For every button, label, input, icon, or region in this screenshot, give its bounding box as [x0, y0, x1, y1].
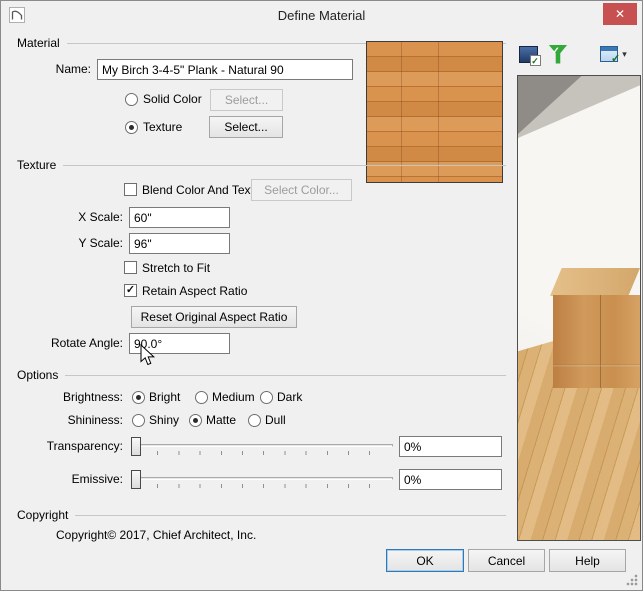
brightness-medium-label[interactable]: Medium	[212, 387, 255, 407]
material-name-input[interactable]	[97, 59, 353, 80]
name-label: Name:	[55, 62, 91, 76]
solid-color-select-button: Select...	[210, 89, 283, 111]
solid-color-radio[interactable]	[125, 93, 138, 106]
close-icon: ✕	[614, 7, 626, 21]
transparency-slider[interactable]	[131, 436, 393, 458]
transparency-label: Transparency:	[46, 439, 123, 453]
checkmark-icon: ✓	[125, 284, 136, 296]
rotate-angle-input[interactable]	[129, 333, 230, 354]
texture-radio[interactable]	[125, 121, 138, 134]
shininess-label: Shininess:	[67, 413, 123, 427]
transparency-slider-track	[131, 444, 393, 447]
options-section-header: Options	[17, 368, 506, 382]
solid-color-label[interactable]: Solid Color	[143, 89, 202, 109]
options-section-rule	[65, 375, 506, 376]
shininess-matte-label[interactable]: Matte	[206, 410, 236, 430]
brightness-bright-label[interactable]: Bright	[149, 387, 180, 407]
transparency-slider-ticks	[136, 451, 390, 455]
preview-display-toggle-button[interactable]: ✓	[515, 41, 541, 67]
cancel-button[interactable]: Cancel	[468, 549, 545, 572]
check-icon: ✓	[611, 53, 621, 65]
rotate-angle-label: Rotate Angle:	[50, 336, 123, 350]
preview-apply-filter-button[interactable]: ✓	[545, 41, 571, 67]
select-color-button: Select Color...	[251, 179, 352, 201]
dialog-title: Define Material	[277, 8, 366, 23]
check-icon: ✓	[551, 45, 560, 57]
stretch-to-fit-checkbox[interactable]	[124, 261, 137, 274]
preview-wood-box-top	[550, 268, 640, 296]
dropdown-arrow-icon[interactable]: ▾	[622, 49, 627, 60]
brightness-bright-radio[interactable]	[132, 391, 145, 404]
options-section-label: Options	[17, 368, 59, 382]
material-3d-preview[interactable]	[517, 75, 641, 541]
shininess-dull-radio[interactable]	[248, 414, 261, 427]
preview-view-options-button[interactable]: ✓ ▾	[593, 41, 634, 67]
close-button[interactable]: ✕	[603, 3, 637, 25]
blend-color-texture-checkbox[interactable]	[124, 183, 137, 196]
brightness-label: Brightness:	[62, 390, 123, 404]
ok-button[interactable]: OK	[386, 549, 464, 572]
shininess-matte-radio[interactable]	[189, 414, 202, 427]
preview-wood-box-front	[553, 295, 640, 388]
texture-section-label: Texture	[17, 158, 57, 172]
stretch-to-fit-label[interactable]: Stretch to Fit	[142, 258, 210, 278]
copyright-text: Copyright© 2017, Chief Architect, Inc.	[56, 528, 257, 542]
check-icon: ✓	[529, 54, 541, 66]
shininess-dull-label[interactable]: Dull	[265, 410, 286, 430]
emissive-slider-ticks	[136, 484, 390, 488]
texture-section-rule	[63, 165, 506, 166]
copyright-section-header: Copyright	[17, 508, 506, 522]
reset-aspect-ratio-button[interactable]: Reset Original Aspect Ratio	[131, 306, 297, 328]
display-toggle-icon: ✓	[518, 45, 541, 66]
view-options-icon: ✓	[600, 46, 621, 65]
x-scale-label: X Scale:	[78, 210, 123, 224]
emissive-slider-track	[131, 477, 393, 480]
apply-filter-icon: ✓	[548, 44, 568, 64]
material-section-label: Material	[17, 36, 60, 50]
transparency-input[interactable]	[399, 436, 502, 457]
shininess-shiny-radio[interactable]	[132, 414, 145, 427]
texture-section-header: Texture	[17, 158, 506, 172]
define-material-dialog: Define Material ✕ Material Name: Solid C…	[0, 0, 643, 591]
emissive-slider[interactable]	[131, 469, 393, 491]
retain-aspect-ratio-checkbox[interactable]: ✓	[124, 284, 137, 297]
brightness-medium-radio[interactable]	[195, 391, 208, 404]
texture-radio-label[interactable]: Texture	[143, 117, 182, 137]
titlebar[interactable]: Define Material ✕	[1, 1, 642, 29]
y-scale-label: Y Scale:	[78, 236, 123, 250]
brightness-dark-radio[interactable]	[260, 391, 273, 404]
emissive-label: Emissive:	[71, 472, 123, 486]
resize-grip[interactable]	[625, 573, 638, 586]
y-scale-input[interactable]	[129, 233, 230, 254]
x-scale-input[interactable]	[129, 207, 230, 228]
retain-aspect-ratio-label[interactable]: Retain Aspect Ratio	[142, 281, 247, 301]
copyright-section-label: Copyright	[17, 508, 69, 522]
texture-select-button[interactable]: Select...	[209, 116, 283, 138]
brightness-dark-label[interactable]: Dark	[277, 387, 302, 407]
shininess-shiny-label[interactable]: Shiny	[149, 410, 179, 430]
copyright-section-rule	[75, 515, 506, 516]
help-button[interactable]: Help	[549, 549, 626, 572]
transparency-slider-thumb[interactable]	[131, 437, 141, 456]
emissive-input[interactable]	[399, 469, 502, 490]
emissive-slider-thumb[interactable]	[131, 470, 141, 489]
